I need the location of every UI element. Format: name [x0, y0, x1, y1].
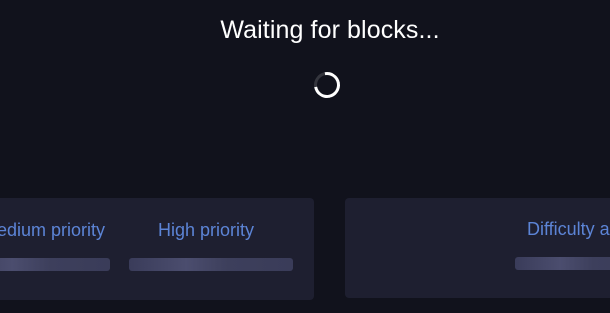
medium-priority-skeleton — [0, 258, 110, 271]
page: Waiting for blocks... Medium priority Hi… — [0, 0, 610, 313]
difficulty-card: Difficulty adjustment — [345, 198, 610, 298]
high-priority-skeleton — [129, 258, 293, 271]
high-priority-label: High priority — [158, 220, 255, 240]
medium-priority-label: Medium priority — [0, 220, 106, 240]
difficulty-adjustment-label: Difficulty adjustment — [527, 219, 610, 239]
difficulty-skeleton — [515, 257, 610, 270]
fees-card: Medium priority High priority — [0, 198, 314, 300]
waiting-title: Waiting for blocks... — [220, 16, 440, 44]
loading-spinner-icon — [308, 66, 346, 104]
